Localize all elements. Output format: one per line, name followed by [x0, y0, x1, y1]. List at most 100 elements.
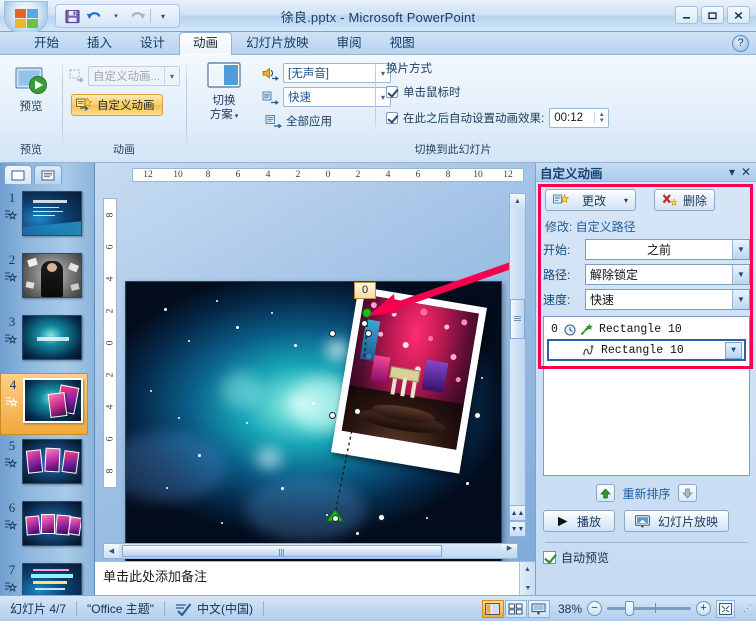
language-indicator[interactable]: 中文(中国) — [165, 600, 263, 618]
selection-handle[interactable] — [329, 412, 336, 419]
slideshow-view-icon — [531, 603, 546, 614]
editor-horizontal-scrollbar[interactable]: ◀ ▶ — [103, 543, 518, 559]
ruler-tick: 0 — [105, 340, 115, 346]
zoom-slider-tick — [655, 603, 656, 613]
zoom-slider-track[interactable] — [607, 601, 691, 616]
notes-scroll-up[interactable]: ▲ — [520, 562, 535, 577]
normal-view-button[interactable] — [481, 599, 504, 618]
minimize-button[interactable] — [675, 6, 698, 24]
animation-list[interactable]: 0 Rectangle 10 Rectangle 10 ▼ — [543, 316, 750, 476]
advance-after-checkbox[interactable] — [386, 112, 398, 124]
autopreview-row[interactable]: 自动预览 — [543, 549, 750, 566]
animation-star-icon — [5, 334, 18, 344]
tab-animations[interactable]: 动画 — [179, 32, 233, 55]
advance-on-click-checkbox[interactable] — [386, 86, 398, 98]
slide-number: 3 — [8, 314, 16, 329]
task-pane-close-icon[interactable]: ✕ — [739, 165, 753, 179]
ruler-tick: 4 — [265, 170, 271, 180]
scroll-right-button[interactable]: ▶ — [502, 544, 517, 552]
fit-to-window-button[interactable] — [716, 599, 735, 618]
slide-canvas[interactable]: 0 — [125, 281, 502, 562]
horizontal-ruler[interactable]: 12 10 8 6 4 2 0 2 4 6 8 10 12 — [132, 168, 524, 182]
scroll-up-button[interactable]: ▲ — [510, 194, 525, 209]
slide-thumbnail-3[interactable]: 3 — [0, 311, 88, 373]
delete-animation-button[interactable]: 删除 — [654, 189, 716, 211]
slide-thumbnail-2[interactable]: 2 — [0, 249, 88, 311]
path-select[interactable]: 解除锁定 ▼ — [585, 264, 750, 285]
advance-after-row[interactable]: 在此之后自动设置动画效果: 00:12 ▲ ▼ — [386, 108, 610, 128]
slide-thumbnail-5[interactable]: 5 — [0, 435, 88, 497]
advance-after-spinner[interactable]: 00:12 ▲ ▼ — [549, 108, 610, 128]
slide-thumbnail-image — [22, 563, 82, 595]
advance-on-click-row[interactable]: 单击鼠标时 — [386, 84, 609, 100]
tab-design[interactable]: 设计 — [126, 32, 179, 55]
title-bar: ▾ ▾ 徐良.pptx - Microsoft PowerPoint — [0, 0, 756, 35]
tab-slideshow[interactable]: 幻灯片放映 — [232, 32, 323, 55]
apply-to-all-button[interactable]: 全部应用 — [262, 112, 335, 130]
slide-thumbnail-1[interactable]: 1 — [0, 187, 88, 249]
notes-scrollbar[interactable]: ▲ ▼ — [519, 562, 535, 596]
reorder-down-button[interactable] — [677, 484, 697, 502]
custom-animation-button[interactable]: 自定义动画 — [71, 94, 163, 116]
tab-review[interactable]: 审阅 — [323, 32, 376, 55]
slide-thumbnail-4[interactable]: 4 — [0, 373, 88, 435]
preview-button[interactable]: 预览 — [4, 62, 58, 117]
slideshow-button[interactable]: 幻灯片放映 — [624, 510, 730, 532]
animate-combo[interactable]: 自定义动画... ▾ — [88, 66, 180, 86]
selection-handle[interactable] — [378, 514, 385, 521]
zoom-out-button[interactable]: − — [587, 601, 602, 616]
zoom-slider-thumb[interactable] — [625, 601, 634, 616]
slides-tab[interactable] — [4, 165, 32, 184]
theme-name[interactable]: "Office 主题" — [77, 600, 164, 618]
slideshow-view-button[interactable] — [527, 599, 550, 618]
tab-view[interactable]: 视图 — [376, 32, 429, 55]
selection-handle[interactable] — [354, 408, 361, 415]
outline-tab[interactable] — [34, 165, 62, 184]
selection-handle[interactable] — [474, 412, 481, 419]
slide-thumbnail-6[interactable]: 6 — [0, 497, 88, 559]
slide-sorter-icon — [508, 603, 523, 614]
selection-handle[interactable] — [332, 515, 339, 522]
transition-scheme-label-2: 方案 ▾ — [209, 109, 239, 121]
slide-counter[interactable]: 幻灯片 4/7 — [0, 600, 76, 618]
scroll-left-button[interactable]: ◀ — [104, 544, 119, 558]
notes-scroll-down[interactable]: ▼ — [520, 581, 536, 596]
vertical-scroll-thumb[interactable] — [510, 299, 525, 339]
next-slide-button[interactable]: ▼▼ — [509, 521, 526, 537]
animation-order-tag[interactable]: 0 — [354, 282, 376, 299]
close-button[interactable] — [727, 6, 750, 24]
horizontal-scroll-thumb[interactable] — [122, 545, 442, 557]
tab-home[interactable]: 开始 — [20, 32, 73, 55]
reorder-up-button[interactable] — [596, 484, 616, 502]
selection-handle[interactable] — [329, 330, 336, 337]
previous-slide-button[interactable]: ▲▲ — [509, 505, 526, 521]
start-select[interactable]: 之前 ▼ — [585, 239, 750, 260]
play-button[interactable]: 播放 — [543, 510, 616, 532]
change-animation-button[interactable]: 更改 ▾ — [545, 189, 637, 211]
vertical-ruler[interactable]: 8 6 4 2 0 2 4 6 8 — [103, 198, 117, 488]
speed-select[interactable]: 快速 ▼ — [585, 289, 750, 310]
task-pane-dropdown[interactable]: ▾ — [725, 165, 739, 179]
transition-scheme-button[interactable]: 切换 方案 ▾ — [196, 61, 252, 124]
tab-insert[interactable]: 插入 — [73, 32, 126, 55]
zoom-in-button[interactable]: + — [696, 601, 711, 616]
autopreview-checkbox[interactable] — [543, 551, 556, 564]
slide-sorter-button[interactable] — [504, 599, 527, 618]
help-button[interactable]: ? — [732, 35, 749, 52]
slide-thumbnail-list[interactable]: 1 2 3 4 5 6 7 — [0, 187, 88, 595]
resize-grip-icon[interactable]: ⋰ — [743, 603, 752, 614]
animation-star-icon — [5, 458, 18, 468]
animation-list-item[interactable]: 0 Rectangle 10 — [547, 320, 746, 339]
spinner-down-icon[interactable]: ▼ — [595, 118, 608, 124]
maximize-button[interactable] — [701, 6, 724, 24]
animation-item-dropdown[interactable]: ▼ — [725, 341, 742, 359]
editor-vertical-scrollbar[interactable]: ▲ ▼ — [509, 193, 526, 523]
slide-thumbnail-7[interactable]: 7 — [0, 559, 88, 595]
slide-thumbnail-image — [22, 501, 82, 546]
selection-handle[interactable] — [361, 320, 368, 327]
notes-pane[interactable]: 单击此处添加备注 ▲ ▼ — [95, 561, 535, 596]
arrow-down-icon — [681, 488, 693, 499]
selection-handle[interactable] — [365, 330, 372, 337]
slide-photo-object[interactable] — [331, 286, 487, 474]
animation-list-item-selected[interactable]: Rectangle 10 ▼ — [547, 339, 746, 361]
